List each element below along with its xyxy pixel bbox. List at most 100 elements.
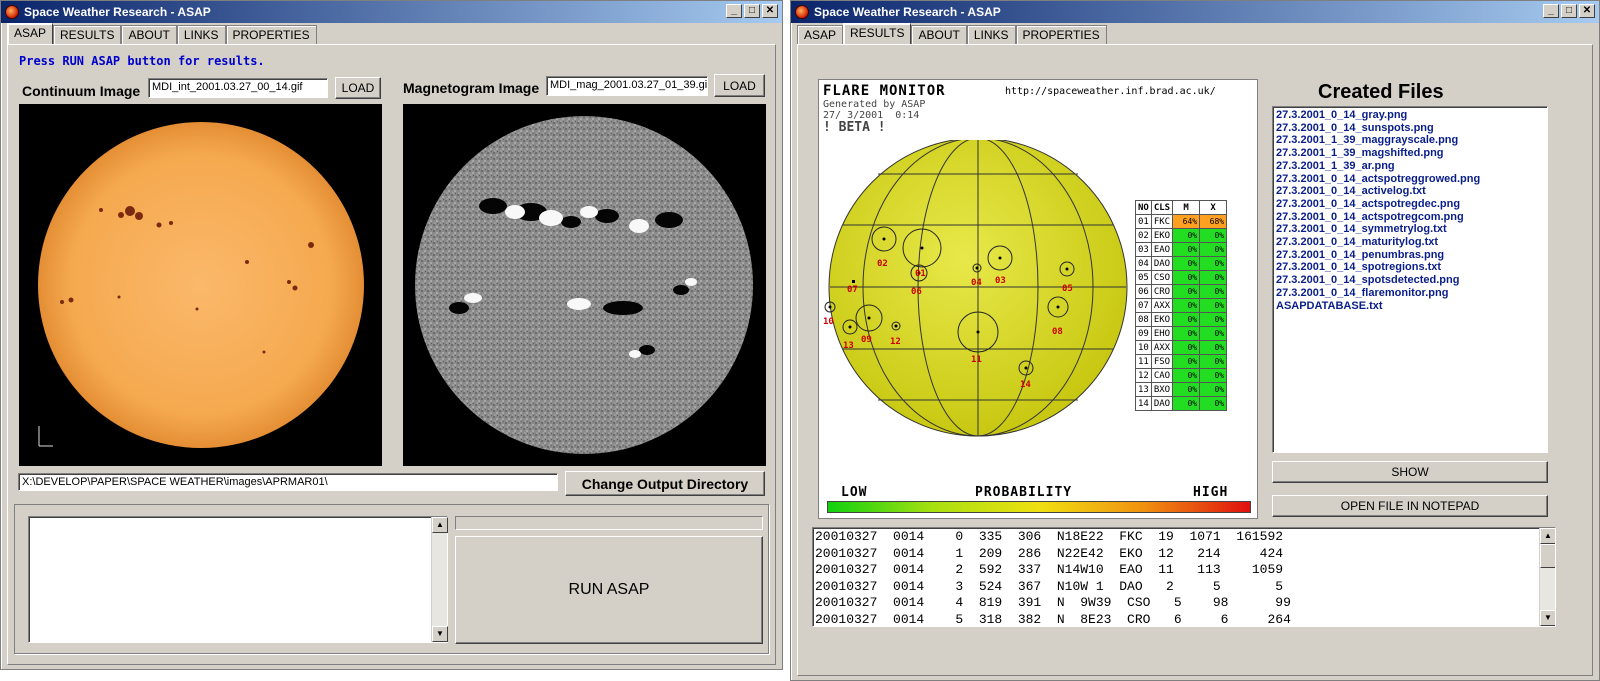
database-log-textbox[interactable]: 20010327 0014 0 335 306 N18E22 FKC 19 10… <box>812 527 1556 627</box>
file-list-item[interactable]: 27.3.2001_0_14_penumbras.png <box>1276 249 1544 262</box>
tab-asap[interactable]: ASAP <box>797 25 844 44</box>
scroll-down-arrow[interactable]: ▼ <box>432 626 448 642</box>
row-m-prob: 0% <box>1172 312 1201 327</box>
log-textbox[interactable]: ▲ ▼ <box>28 516 448 643</box>
region-label-03: 03 <box>995 276 1006 286</box>
file-list-item[interactable]: 27.3.2001_0_14_maturitylog.txt <box>1276 236 1544 249</box>
table-header-row: NO CLS M X <box>1135 200 1228 215</box>
region-label-13: 13 <box>843 341 854 351</box>
row-cls: CAO <box>1150 368 1174 383</box>
file-list-item[interactable]: 27.3.2001_1_39_magshifted.png <box>1276 147 1544 160</box>
row-cls: AXX <box>1150 340 1174 355</box>
file-list-item[interactable]: 27.3.2001_1_39_ar.png <box>1276 160 1544 173</box>
file-list-item[interactable]: 27.3.2001_0_14_gray.png <box>1276 109 1544 122</box>
file-list-item[interactable]: 27.3.2001_0_14_activelog.txt <box>1276 185 1544 198</box>
row-x-prob: 0% <box>1199 228 1228 243</box>
maximize-button[interactable]: □ <box>1561 4 1577 18</box>
tab-results[interactable]: RESULTS <box>843 23 912 44</box>
log-lines: 20010327 0014 0 335 306 N18E22 FKC 19 10… <box>815 529 1553 626</box>
title-bar[interactable]: Space Weather Research - ASAP _ □ ✕ <box>791 1 1599 23</box>
magnetogram-load-button[interactable]: LOAD <box>714 74 765 97</box>
tab-results[interactable]: RESULTS <box>53 25 122 44</box>
maximize-button[interactable]: □ <box>744 4 760 18</box>
row-x-prob: 0% <box>1199 326 1228 341</box>
row-m-prob: 0% <box>1172 270 1201 285</box>
file-list-item[interactable]: ASAPDATABASE.txt <box>1276 300 1544 313</box>
tab-properties[interactable]: PROPERTIES <box>225 25 317 44</box>
show-button[interactable]: SHOW <box>1272 461 1548 483</box>
continuum-sun-svg <box>38 122 364 448</box>
close-button[interactable]: ✕ <box>1579 4 1595 18</box>
tab-about[interactable]: ABOUT <box>911 25 967 44</box>
scroll-down-arrow[interactable]: ▼ <box>1540 610 1555 626</box>
file-list-item[interactable]: 27.3.2001_1_39_maggrayscale.png <box>1276 134 1544 147</box>
tab-about[interactable]: ABOUT <box>121 25 177 44</box>
file-list-item[interactable]: 27.3.2001_0_14_spotsdetected.png <box>1276 274 1544 287</box>
flare-table-row: 05 CSO 0% 0% <box>1135 270 1228 285</box>
results-tab-panel: FLARE MONITOR http://spaceweather.inf.br… <box>797 44 1593 676</box>
row-no: 04 <box>1135 256 1152 271</box>
tab-bar: ASAP RESULTS ABOUT LINKS PROPERTIES <box>797 23 1107 45</box>
file-list: 27.3.2001_0_14_gray.png 27.3.2001_0_14_su… <box>1276 109 1544 312</box>
region-label-04: 04 <box>971 278 982 288</box>
flare-table-row: 07 AXX 0% 0% <box>1135 298 1228 313</box>
row-no: 01 <box>1135 214 1152 229</box>
file-list-item[interactable]: 27.3.2001_0_14_actspotregdec.png <box>1276 198 1544 211</box>
log-scrollbar[interactable]: ▲ ▼ <box>431 517 448 642</box>
row-m-prob: 0% <box>1172 298 1201 313</box>
title-bar[interactable]: Space Weather Research - ASAP _ □ ✕ <box>1 1 782 23</box>
scroll-thumb[interactable] <box>1540 544 1555 568</box>
file-list-item[interactable]: 27.3.2001_0_14_actspotregcom.png <box>1276 211 1544 224</box>
magnetogram-file-field[interactable]: MDI_mag_2001.03.27_01_39.gif <box>546 76 708 96</box>
row-no: 07 <box>1135 298 1152 313</box>
tab-links[interactable]: LINKS <box>176 25 226 44</box>
minimize-button[interactable]: _ <box>1543 4 1559 18</box>
probability-scale-high: HIGH <box>1193 485 1229 500</box>
flare-table-row: 12 CAO 0% 0% <box>1135 368 1228 383</box>
flare-table-row: 06 CRO 0% 0% <box>1135 284 1228 299</box>
header-cls: CLS <box>1150 200 1174 215</box>
tab-links[interactable]: LINKS <box>966 25 1016 44</box>
header-x: X <box>1199 200 1228 215</box>
row-cls: EHO <box>1150 326 1174 341</box>
tab-properties[interactable]: PROPERTIES <box>1015 25 1107 44</box>
flare-monitor-beta: ! BETA ! <box>823 120 886 135</box>
row-m-prob: 0% <box>1172 382 1201 397</box>
file-list-item[interactable]: 27.3.2001_0_14_spotregions.txt <box>1276 261 1544 274</box>
row-no: 13 <box>1135 382 1152 397</box>
minimize-button[interactable]: _ <box>726 4 742 18</box>
row-cls: CSO <box>1150 270 1174 285</box>
output-directory-field[interactable]: X:\DEVELOP\PAPER\SPACE WEATHER\images\AP… <box>18 473 558 491</box>
row-no: 12 <box>1135 368 1152 383</box>
scroll-up-arrow[interactable]: ▲ <box>432 517 448 533</box>
row-x-prob: 0% <box>1199 270 1228 285</box>
flare-table-row: 01 FKC 64% 68% <box>1135 214 1228 229</box>
scroll-up-arrow[interactable]: ▲ <box>1540 528 1555 544</box>
magnetogram-sun-svg <box>415 116 753 454</box>
continuum-file-field[interactable]: MDI_int_2001.03.27_00_14.gif <box>148 78 328 98</box>
log-scrollbar[interactable]: ▲ ▼ <box>1539 528 1555 626</box>
row-no: 09 <box>1135 326 1152 341</box>
file-list-item[interactable]: 27.3.2001_0_14_flaremonitor.png <box>1276 287 1544 300</box>
file-list-item[interactable]: 27.3.2001_0_14_actspotreggrowed.png <box>1276 173 1544 186</box>
change-output-directory-button[interactable]: Change Output Directory <box>565 471 765 496</box>
row-x-prob: 0% <box>1199 396 1228 411</box>
row-x-prob: 0% <box>1199 242 1228 257</box>
run-asap-button[interactable]: RUN ASAP <box>455 536 763 644</box>
row-m-prob: 0% <box>1172 284 1201 299</box>
file-list-item[interactable]: 27.3.2001_0_14_symmetrylog.txt <box>1276 223 1544 236</box>
close-button[interactable]: ✕ <box>762 4 778 18</box>
tab-asap[interactable]: ASAP <box>7 23 54 44</box>
row-no: 06 <box>1135 284 1152 299</box>
created-files-title: Created Files <box>1318 81 1444 103</box>
region-label-07: 07 <box>847 285 858 295</box>
region-label-11: 11 <box>971 355 982 365</box>
magnetogram-label: Magnetogram Image <box>403 80 540 96</box>
created-files-listbox[interactable]: 27.3.2001_0_14_gray.png 27.3.2001_0_14_su… <box>1272 106 1548 453</box>
continuum-load-button[interactable]: LOAD <box>335 77 381 99</box>
open-in-notepad-button[interactable]: OPEN FILE IN NOTEPAD <box>1272 495 1548 517</box>
row-no: 10 <box>1135 340 1152 355</box>
flare-monitor-url: http://spaceweather.inf.brad.ac.uk/ <box>1005 86 1216 97</box>
header-no: NO <box>1135 200 1152 215</box>
file-list-item[interactable]: 27.3.2001_0_14_sunspots.png <box>1276 122 1544 135</box>
